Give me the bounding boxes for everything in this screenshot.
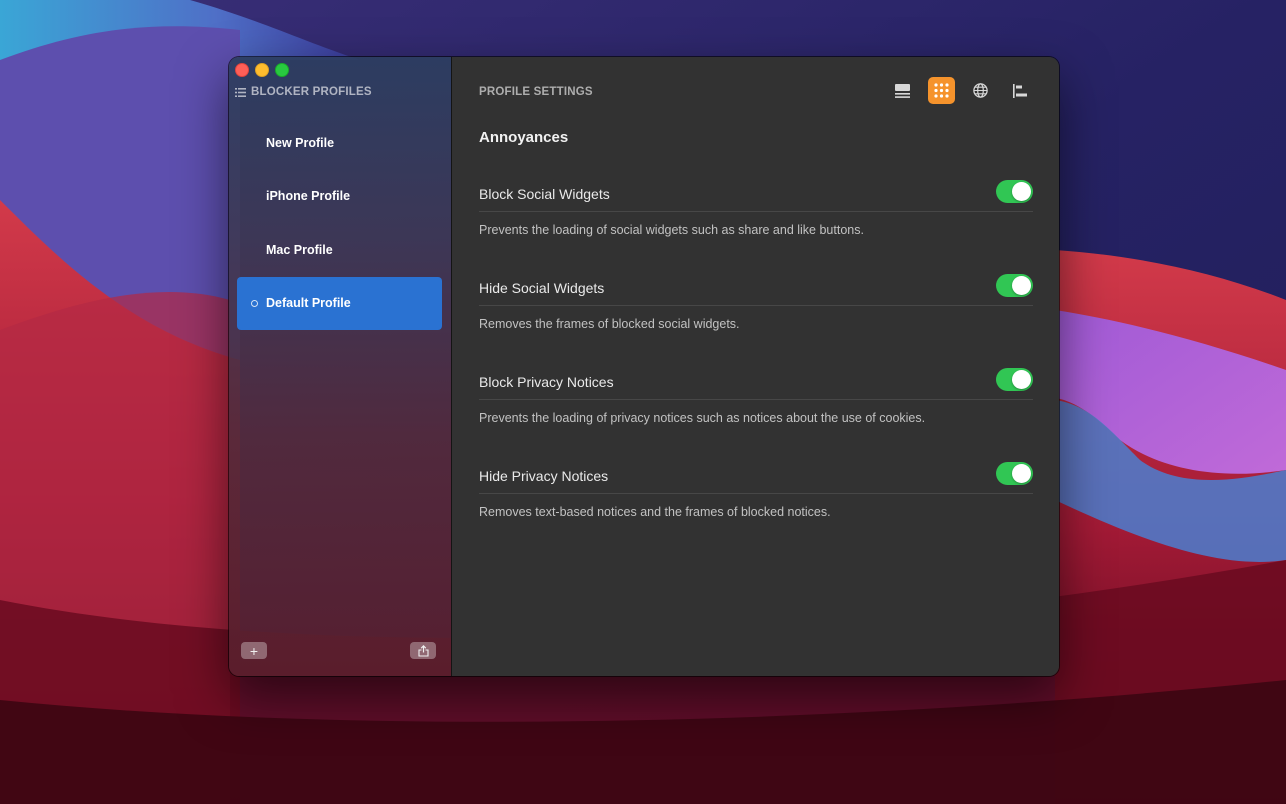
setting-title: Hide Privacy Notices bbox=[479, 468, 609, 484]
profile-item-iphone[interactable]: iPhone Profile bbox=[237, 170, 442, 223]
grid-view-button[interactable] bbox=[928, 77, 955, 104]
sidebar-header-label: BLOCKER PROFILES bbox=[251, 86, 372, 98]
list-view-icon bbox=[895, 83, 910, 98]
list-icon bbox=[235, 87, 246, 97]
main-header: PROFILE SETTINGS bbox=[479, 86, 593, 98]
window-controls bbox=[235, 63, 289, 77]
toggle-knob bbox=[1012, 182, 1031, 201]
setting-description: Removes text-based notices and the frame… bbox=[479, 505, 831, 519]
align-left-icon bbox=[1012, 83, 1027, 98]
divider bbox=[479, 493, 1033, 494]
setting-description: Removes the frames of blocked social wid… bbox=[479, 317, 740, 331]
share-icon bbox=[417, 644, 429, 657]
setting-title: Hide Social Widgets bbox=[479, 280, 605, 296]
sidebar: BLOCKER PROFILES New Profile iPhone Prof… bbox=[229, 57, 452, 676]
main-panel: PROFILE SETTINGS Annoyances Block Social… bbox=[452, 57, 1059, 676]
add-profile-button[interactable]: + bbox=[241, 642, 267, 659]
divider bbox=[479, 399, 1033, 400]
toolbar bbox=[889, 77, 1033, 104]
hide-privacy-notices-toggle[interactable] bbox=[996, 462, 1033, 485]
setting-title: Block Social Widgets bbox=[479, 186, 610, 202]
globe-icon bbox=[973, 83, 988, 98]
setting-row: Hide Privacy Notices Removes text-based … bbox=[479, 459, 1033, 553]
profile-list: New Profile iPhone Profile Mac Profile D… bbox=[237, 116, 442, 330]
toggle-knob bbox=[1012, 276, 1031, 295]
align-button[interactable] bbox=[1006, 77, 1033, 104]
minimize-window-button[interactable] bbox=[255, 63, 269, 77]
plus-icon: + bbox=[249, 642, 259, 659]
setting-title: Block Privacy Notices bbox=[479, 374, 614, 390]
profile-item-label: New Profile bbox=[266, 135, 335, 150]
hide-social-widgets-toggle[interactable] bbox=[996, 274, 1033, 297]
setting-row: Hide Social Widgets Removes the frames o… bbox=[479, 271, 1033, 365]
profile-item-new[interactable]: New Profile bbox=[237, 116, 442, 169]
active-profile-indicator bbox=[251, 299, 258, 307]
globe-button[interactable] bbox=[967, 77, 994, 104]
block-social-widgets-toggle[interactable] bbox=[996, 180, 1033, 203]
setting-row: Block Social Widgets Prevents the loadin… bbox=[479, 177, 1033, 271]
profile-item-label: Mac Profile bbox=[266, 242, 333, 257]
list-view-button[interactable] bbox=[889, 77, 916, 104]
share-profile-button[interactable] bbox=[410, 642, 436, 659]
divider bbox=[479, 211, 1033, 212]
close-window-button[interactable] bbox=[235, 63, 249, 77]
settings-list: Block Social Widgets Prevents the loadin… bbox=[479, 177, 1033, 553]
profile-item-label: Default Profile bbox=[266, 296, 351, 311]
section-title: Annoyances bbox=[479, 129, 569, 146]
block-privacy-notices-toggle[interactable] bbox=[996, 368, 1033, 391]
divider bbox=[479, 305, 1033, 306]
sidebar-header: BLOCKER PROFILES bbox=[235, 84, 372, 100]
toggle-knob bbox=[1012, 370, 1031, 389]
setting-description: Prevents the loading of privacy notices … bbox=[479, 411, 926, 425]
profile-item-default[interactable]: Default Profile bbox=[237, 276, 442, 330]
profile-item-label: iPhone Profile bbox=[266, 189, 351, 204]
maximize-window-button[interactable] bbox=[275, 63, 289, 77]
grid-icon bbox=[934, 83, 949, 98]
app-window: BLOCKER PROFILES New Profile iPhone Prof… bbox=[229, 57, 1059, 676]
setting-row: Block Privacy Notices Prevents the loadi… bbox=[479, 365, 1033, 459]
profile-item-mac[interactable]: Mac Profile bbox=[237, 223, 442, 276]
toggle-knob bbox=[1012, 464, 1031, 483]
setting-description: Prevents the loading of social widgets s… bbox=[479, 223, 864, 237]
